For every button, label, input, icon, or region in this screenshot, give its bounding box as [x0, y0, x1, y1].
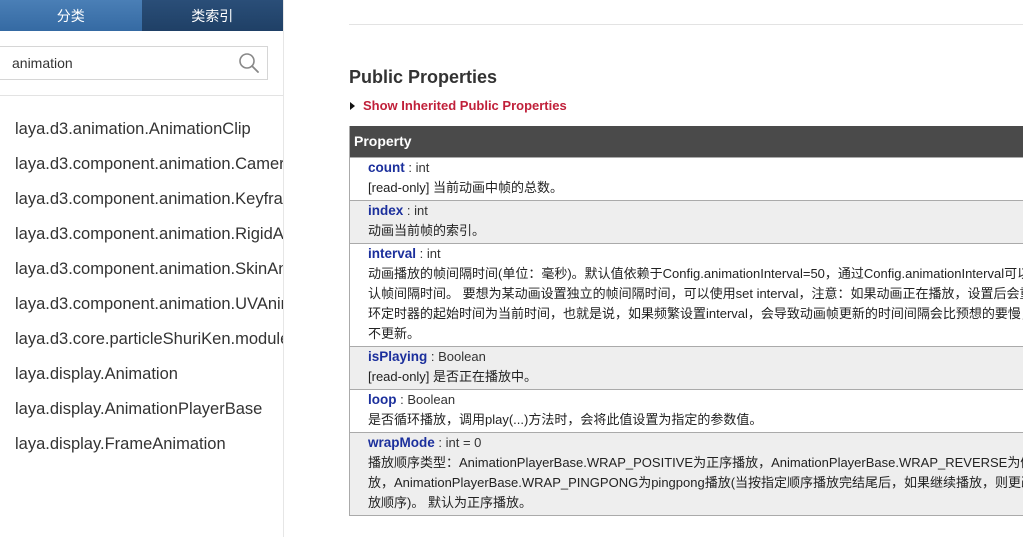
- sidebar-divider: [0, 95, 283, 96]
- search-result-item[interactable]: laya.d3.component.animation.UVAnimation: [0, 287, 283, 322]
- search-result-item[interactable]: laya.d3.animation.AnimationClip: [0, 112, 283, 147]
- property-description: 是否循环播放，调用play(...)方法时，会将此值设置为指定的参数值。: [368, 412, 763, 427]
- property-signature: isPlaying : Boolean: [368, 347, 1023, 367]
- search-box: [0, 46, 268, 80]
- search-results-list: laya.d3.animation.AnimationClip laya.d3.c…: [0, 112, 283, 462]
- search-result-item[interactable]: laya.display.Animation: [0, 357, 283, 392]
- property-type: : int: [404, 160, 430, 175]
- sidebar-tabs: 分类 类索引: [0, 0, 283, 31]
- property-type: : Boolean: [396, 392, 456, 407]
- table-row: loop : Boolean 是否循环播放，调用play(...)方法时，会将此值…: [350, 389, 1023, 432]
- property-name-link[interactable]: count: [368, 160, 405, 175]
- property-type: : int: [403, 203, 428, 218]
- sidebar: 分类 类索引 laya.d3.animation.AnimationClipla…: [0, 0, 284, 537]
- search-result-item[interactable]: laya.display.FrameAnimation: [0, 427, 283, 462]
- search-input[interactable]: [0, 48, 237, 78]
- table-header: Property: [350, 126, 1023, 157]
- property-description: 放，AnimationPlayerBase.WRAP_PINGPONG为ping…: [368, 475, 1023, 490]
- table-row: interval : int 动画播放的帧间隔时间(单位：毫秒)。默认值依赖于Co…: [350, 243, 1023, 346]
- property-description: 动画当前帧的索引。: [368, 223, 486, 238]
- main-content: Public Properties Show Inherited Public …: [284, 0, 1023, 537]
- property-signature: interval : int: [368, 244, 1023, 264]
- search-result-item[interactable]: laya.d3.component.animation.RigidAnimati…: [0, 217, 283, 252]
- show-inherited-label: Show Inherited Public Properties: [363, 98, 567, 113]
- property-name-link[interactable]: interval: [368, 246, 416, 261]
- search-result-item[interactable]: laya.d3.component.animation.SkinAnimatio…: [0, 252, 283, 287]
- table-row: index : int 动画当前帧的索引。: [350, 200, 1023, 243]
- property-signature: count : int: [368, 158, 1023, 178]
- property-type: : Boolean: [427, 349, 486, 364]
- property-signature: index : int: [368, 201, 1023, 221]
- tab-class-index[interactable]: 类索引: [141, 0, 283, 31]
- search-result-item[interactable]: laya.d3.component.animation.CameraAnimat…: [0, 147, 283, 182]
- property-signature: loop : Boolean: [368, 390, 1023, 410]
- property-name-link[interactable]: isPlaying: [368, 349, 427, 364]
- section-title: Public Properties: [349, 67, 498, 87]
- table-body: count : int [read-only] 当前动画中帧的总数。 index :…: [350, 157, 1023, 515]
- search-result-item[interactable]: laya.d3.component.animation.KeyframeAnim…: [0, 182, 283, 217]
- property-description: [read-only] 当前动画中帧的总数。: [368, 180, 564, 195]
- search-result-item[interactable]: laya.d3.core.particleShuriKen.module: [0, 322, 283, 357]
- expand-triangle-icon: [350, 101, 355, 110]
- property-description: 认帧间隔时间。 要想为某动画设置独立的帧间隔时间，可以使用set interva…: [368, 286, 1023, 301]
- property-description: [read-only] 是否正在播放中。: [368, 369, 538, 384]
- property-name-link[interactable]: index: [368, 203, 403, 218]
- property-description: 播放顺序类型：AnimationPlayerBase.WRAP_POSITIVE…: [368, 455, 1023, 470]
- table-row: count : int [read-only] 当前动画中帧的总数。: [350, 157, 1023, 200]
- property-description: 动画播放的帧间隔时间(单位：毫秒)。默认值依赖于Config.animation…: [368, 266, 1023, 281]
- property-description: 不更新。: [368, 326, 421, 341]
- properties-table: Property count : int [read-only] 当前动画中帧的总…: [349, 126, 1023, 516]
- property-description: 环定时器的起始时间为当前时间，也就是说，如果频繁设置interval，会导致动画…: [368, 306, 1023, 321]
- show-inherited-link[interactable]: Show Inherited Public Properties: [350, 98, 567, 113]
- property-type: : int: [416, 246, 441, 261]
- search-result-item[interactable]: laya.display.AnimationPlayerBase: [0, 392, 283, 427]
- search-icon[interactable]: [237, 51, 261, 75]
- property-type: : int = 0: [434, 435, 482, 450]
- top-divider: [349, 24, 1023, 25]
- property-description: 放顺序)。 默认为正序播放。: [368, 495, 532, 510]
- property-signature: wrapMode : int = 0: [368, 433, 1023, 453]
- table-row: wrapMode : int = 0 播放顺序类型：AnimationPlayer…: [350, 432, 1023, 515]
- tab-category[interactable]: 分类: [0, 0, 142, 31]
- property-name-link[interactable]: loop: [368, 392, 397, 407]
- table-row: isPlaying : Boolean [read-only] 是否正在播放中。: [350, 346, 1023, 389]
- property-name-link[interactable]: wrapMode: [368, 435, 435, 450]
